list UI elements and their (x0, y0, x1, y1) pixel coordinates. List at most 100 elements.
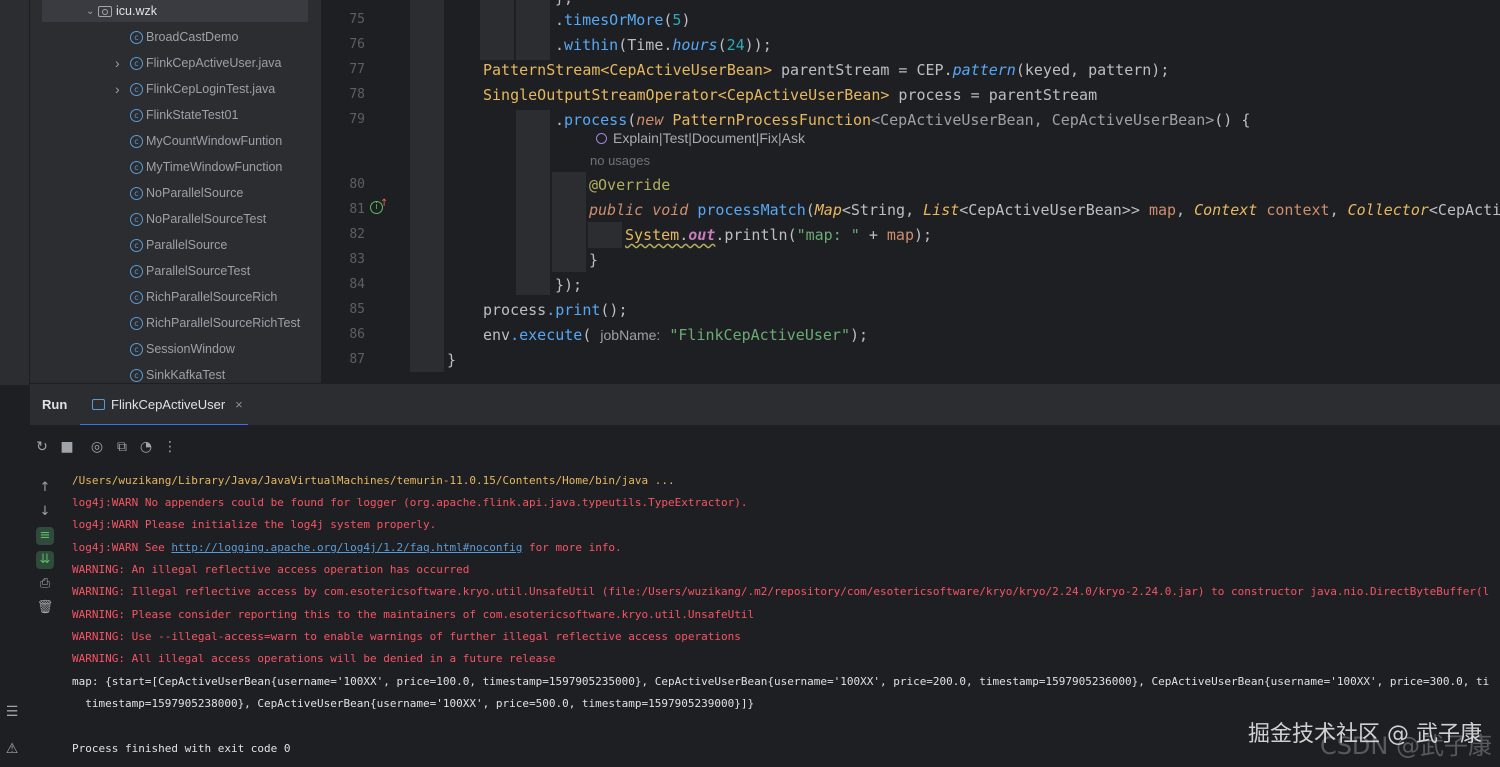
tab-flink-cep-active-user[interactable]: FlinkCepActiveUser × (80, 384, 248, 426)
line-number: 79 (349, 112, 365, 127)
settings-icon[interactable]: ◔ (138, 439, 154, 455)
code-line-79: .process(new PatternProcessFunction<CepA… (555, 111, 1251, 129)
tree-item[interactable]: c MyCountWindowFuntion (130, 130, 282, 152)
line-number: 80 (349, 177, 365, 192)
code-editor[interactable]: }; .timesOrMore(5) .within(Time.hours(24… (410, 0, 1500, 383)
code-line-75: .timesOrMore(5) (555, 11, 691, 29)
console-line: log4j:WARN See http://logging.apache.org… (72, 540, 622, 556)
class-icon: c (130, 134, 143, 148)
tree-item-label: NoParallelSourceTest (146, 212, 267, 226)
ai-actions-inlay: Explain | Test | Document | Fix | Ask (596, 130, 805, 146)
console-line: WARNING: Use --illegal-access=warn to en… (72, 630, 741, 643)
line-number: 84 (349, 277, 365, 292)
problems-icon[interactable]: ⚠ (4, 741, 20, 757)
console-line: /Users/wuzikang/Library/Java/JavaVirtual… (72, 474, 675, 487)
ai-explain-link[interactable]: Explain (613, 130, 659, 146)
code-line-84: }); (555, 276, 583, 294)
code-line-77: PatternStream<CepActiveUserBean> parentS… (483, 61, 1170, 79)
ai-document-link[interactable]: Document (692, 130, 756, 146)
tree-item-label: FlinkStateTest01 (146, 108, 239, 122)
console-line: timestamp=1597905238000}, CepActiveUserB… (72, 697, 755, 710)
tree-item[interactable]: c NoParallelSource (130, 182, 243, 204)
arrow-down-icon[interactable]: ↓ (36, 503, 54, 521)
editor-gutter: 75 76 77 78 79 80 81 82 83 84 85 86 87 i ↑ (320, 0, 410, 383)
code-line-81: public void processMatch(Map<String, Lis… (589, 201, 1500, 219)
line-number: 82 (349, 227, 365, 242)
class-icon: c (130, 238, 143, 252)
class-icon: c (130, 160, 143, 174)
implements-arrow-icon[interactable]: ↑ (380, 198, 388, 209)
class-icon: c (130, 186, 143, 200)
console-line: log4j:WARN No appenders could be found f… (72, 496, 748, 509)
tree-item[interactable]: c SessionWindow (130, 338, 235, 360)
tree-folder-icu-wzk[interactable]: ⌄ icu.wzk (42, 0, 308, 22)
structure-icon[interactable]: ☰ (4, 704, 20, 720)
line-number: 83 (349, 252, 365, 267)
class-icon: c (130, 290, 143, 304)
project-tree: ⌄ icu.wzk c BroadCastDemo › c FlinkCepActive… (30, 0, 320, 383)
class-icon: c (130, 212, 143, 226)
indent-guide (480, 0, 514, 60)
console-side-toolbar: ↑ ↓ ≡ ⇊ ⎙ 🗑 (30, 469, 62, 767)
tree-item[interactable]: › c FlinkCepLoginTest.java (115, 78, 275, 100)
chevron-right-icon[interactable]: › (115, 55, 120, 71)
tree-item-label: SessionWindow (146, 342, 235, 356)
tree-item-label: BroadCastDemo (146, 30, 239, 44)
tree-item-label: RichParallelSourceRichTest (146, 316, 301, 330)
tree-item-label: NoParallelSource (146, 186, 244, 200)
tree-item[interactable]: c RichParallelSourceRichTest (130, 312, 300, 334)
scroll-to-end-icon[interactable]: ⇊ (36, 551, 54, 569)
more-icon[interactable]: ⋮ (162, 439, 178, 455)
chevron-down-icon[interactable]: ⌄ (86, 6, 94, 17)
class-icon: c (130, 56, 143, 70)
console-line: WARNING: All illegal access operations w… (72, 652, 556, 665)
line-number: 76 (349, 37, 365, 52)
ai-test-link[interactable]: Test (663, 130, 689, 146)
arrow-up-icon[interactable]: ↑ (36, 479, 54, 497)
tree-item[interactable]: c FlinkStateTest01 (130, 104, 238, 126)
tree-item-label: ParallelSource (146, 238, 228, 252)
console-line: Process finished with exit code 0 (72, 742, 291, 755)
indent-guide (410, 0, 444, 372)
console-line: WARNING: An illegal reflective access op… (72, 563, 470, 576)
tree-item[interactable]: c RichParallelSourceRich (130, 286, 277, 308)
tree-item[interactable]: c MyTimeWindowFunction (130, 156, 282, 178)
rerun-icon[interactable]: ↻ (34, 439, 50, 455)
tree-item[interactable]: c SinkKafkaTest (130, 364, 225, 383)
line-number: 78 (349, 87, 365, 102)
close-icon[interactable]: × (235, 397, 243, 412)
line-number: 81 (349, 202, 365, 217)
tree-item-label: MyTimeWindowFunction (146, 160, 283, 174)
tree-folder-label: icu.wzk (116, 4, 157, 18)
restore-layout-icon[interactable]: ⧉ (114, 439, 130, 455)
tree-item-label: MyCountWindowFuntion (146, 134, 283, 148)
print-icon[interactable]: ⎙ (36, 575, 54, 593)
usages-inlay-hint[interactable]: no usages (590, 153, 650, 168)
tree-item-label: RichParallelSourceRich (146, 290, 278, 304)
trash-icon[interactable]: 🗑 (36, 599, 54, 617)
console-link[interactable]: http://logging.apache.org/log4j/1.2/faq.… (171, 541, 522, 554)
tree-item[interactable]: › c FlinkCepActiveUser.java (115, 52, 281, 74)
class-icon: c (130, 342, 143, 356)
class-icon: c (130, 108, 143, 122)
chevron-right-icon[interactable]: › (115, 81, 120, 97)
code-line-87: } (447, 351, 457, 369)
camera-icon[interactable]: ◎ (89, 439, 105, 455)
class-icon: c (130, 30, 143, 44)
tool-window-strip (0, 0, 30, 385)
line-number: 77 (349, 62, 365, 77)
line-number: 75 (349, 12, 365, 27)
ai-ask-link[interactable]: Ask (782, 130, 805, 146)
tree-item[interactable]: c NoParallelSourceTest (130, 208, 266, 230)
console-line: WARNING: Please consider reporting this … (72, 608, 755, 621)
tree-item[interactable]: c BroadCastDemo (130, 26, 238, 48)
package-folder-icon (98, 5, 112, 17)
tree-item[interactable]: c ParallelSource (130, 234, 227, 256)
console-text: for more info. (522, 541, 622, 554)
tree-item[interactable]: c ParallelSourceTest (130, 260, 250, 282)
stop-icon[interactable]: ■ (59, 439, 75, 455)
soft-wrap-icon[interactable]: ≡ (36, 527, 54, 545)
code-line-80: @Override (589, 176, 671, 194)
indent-guide (588, 222, 622, 248)
ai-fix-link[interactable]: Fix (759, 130, 778, 146)
